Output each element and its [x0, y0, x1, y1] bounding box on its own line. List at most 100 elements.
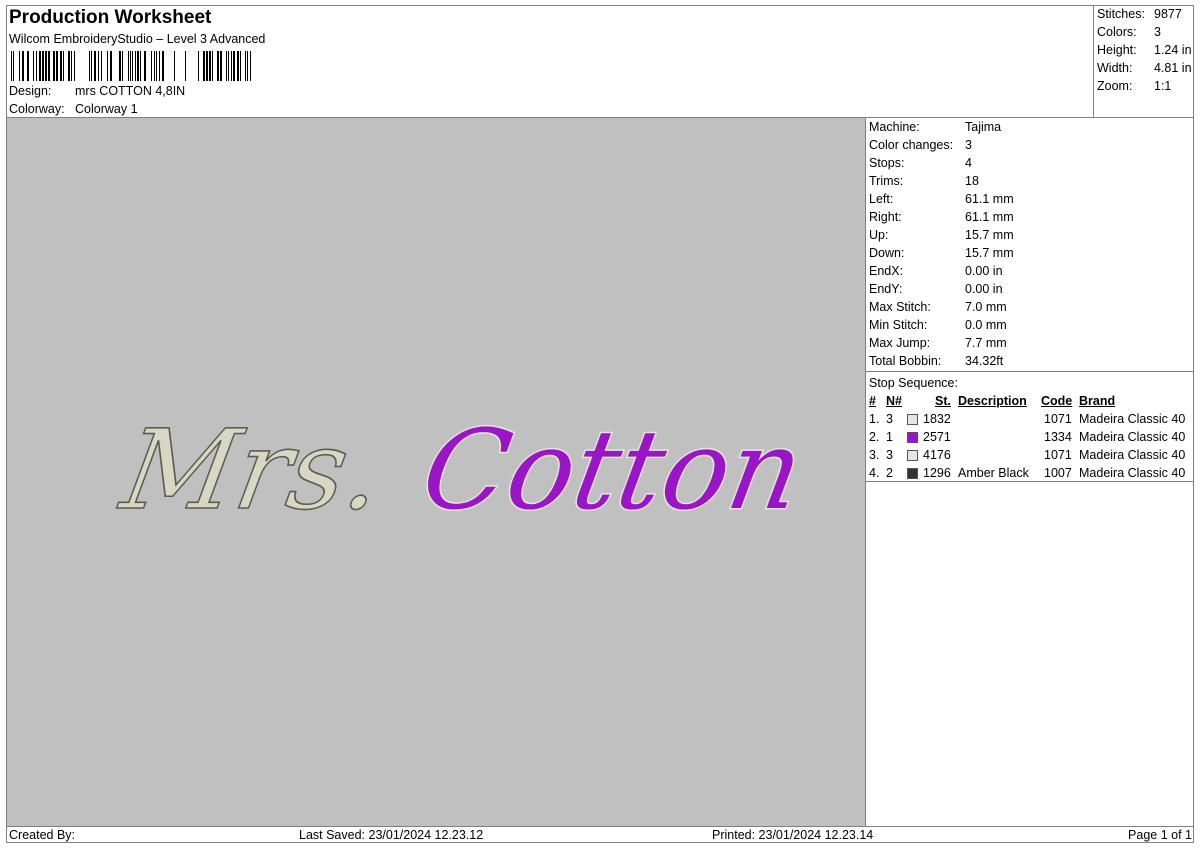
design-label: Design:: [9, 84, 52, 98]
stop-row: 2. 1 2571 1334 Madeira Classic 40: [866, 430, 1194, 448]
summary-label: Stitches:: [1097, 7, 1145, 21]
stat-label: Stops:: [869, 156, 905, 170]
stat-value: 61.1 mm: [965, 192, 1014, 206]
stat-label: Max Jump:: [869, 336, 931, 350]
stat-label: Left:: [869, 192, 894, 206]
worksheet-header: Production Worksheet Wilcom EmbroiderySt…: [7, 6, 1093, 118]
design-text-mrs: Mrs.: [112, 407, 393, 535]
stat-row: Up: 15.7 mm: [869, 228, 1014, 242]
col-header-num: #: [869, 394, 876, 408]
embroidery-design-image: Mrs. Cotton: [111, 405, 814, 536]
stop-brand: Madeira Classic 40: [1079, 412, 1186, 426]
stop-num: 4.: [869, 466, 880, 480]
stat-label: Up:: [869, 228, 889, 242]
stat-value: 7.7 mm: [965, 336, 1007, 350]
stop-needle: 3: [886, 448, 893, 462]
stop-stitches: 1296: [923, 466, 951, 480]
stop-sequence-title: Stop Sequence:: [869, 376, 958, 390]
summary-value: 1:1: [1154, 79, 1172, 93]
summary-row: Stitches: 9877: [1097, 7, 1182, 21]
stop-row: 3. 3 4176 1071 Madeira Classic 40: [866, 448, 1194, 466]
col-header-code: Code: [1041, 394, 1073, 408]
summary-row: Colors: 3: [1097, 25, 1161, 39]
stat-label: Total Bobbin:: [869, 354, 942, 368]
color-swatch: [907, 468, 918, 479]
summary-value: 9877: [1154, 7, 1182, 21]
last-saved: Last Saved: 23/01/2024 12.23.12: [299, 828, 484, 842]
color-swatch: [907, 450, 918, 461]
stat-label: Color changes:: [869, 138, 954, 152]
summary-row: Width: 4.81 in: [1097, 61, 1192, 75]
stop-num: 3.: [869, 448, 880, 462]
page-number: Page 1 of 1: [1128, 828, 1192, 842]
info-panel: Machine: Tajima Color changes: 3 Stops: 4 T…: [866, 118, 1194, 826]
stat-row: Left: 61.1 mm: [869, 192, 1014, 206]
summary-value: 1.24 in: [1154, 43, 1192, 57]
stat-label: Down:: [869, 246, 905, 260]
stop-num: 1.: [869, 412, 880, 426]
design-value: mrs COTTON 4,8IN: [75, 84, 186, 98]
stop-code: 1071: [1044, 448, 1072, 462]
stat-label: Trims:: [869, 174, 904, 188]
col-header-st: St.: [935, 394, 951, 408]
barcode-image: [11, 51, 251, 81]
stat-row: Machine: Tajima: [869, 120, 1001, 134]
stop-brand: Madeira Classic 40: [1079, 430, 1186, 444]
stat-row: EndY: 0.00 in: [869, 282, 1003, 296]
stat-row: Stops: 4: [869, 156, 972, 170]
design-preview[interactable]: Mrs. Cotton: [7, 118, 866, 826]
stat-label: Min Stitch:: [869, 318, 928, 332]
col-header-brand: Brand: [1079, 394, 1116, 408]
stop-code: 1334: [1044, 430, 1072, 444]
summary-row: Zoom: 1:1: [1097, 79, 1171, 93]
summary-label: Height:: [1097, 43, 1137, 57]
stat-row: Min Stitch: 0.0 mm: [869, 318, 1007, 332]
stat-row: Max Stitch: 7.0 mm: [869, 300, 1007, 314]
summary-box: Stitches: 9877 Colors: 3 Height: 1.24 in Wi…: [1093, 6, 1194, 118]
stop-brand: Madeira Classic 40: [1079, 466, 1186, 480]
software-name: Wilcom EmbroideryStudio – Level 3 Advanc…: [9, 32, 266, 46]
summary-value: 4.81 in: [1154, 61, 1192, 75]
color-swatch: [907, 414, 918, 425]
printed-date: Printed: 23/01/2024 12.23.14: [712, 828, 874, 842]
stat-value: 0.00 in: [965, 264, 1003, 278]
stat-label: Machine:: [869, 120, 920, 134]
stat-value: 4: [965, 156, 972, 170]
stop-stitches: 4176: [923, 448, 951, 462]
summary-label: Width:: [1097, 61, 1133, 75]
machine-stats: Machine: Tajima Color changes: 3 Stops: 4 T…: [866, 118, 1194, 372]
stat-value: 61.1 mm: [965, 210, 1014, 224]
stat-label: Right:: [869, 210, 902, 224]
design-row: Design: mrs COTTON 4,8IN: [9, 84, 185, 98]
stop-stitches: 2571: [923, 430, 951, 444]
stat-value: 15.7 mm: [965, 246, 1014, 260]
col-header-n: N#: [886, 394, 902, 408]
col-header-description: Description: [958, 394, 1027, 408]
summary-value: 3: [1154, 25, 1161, 39]
stat-row: Right: 61.1 mm: [869, 210, 1014, 224]
stat-row: EndX: 0.00 in: [869, 264, 1003, 278]
stop-stitches: 1832: [923, 412, 951, 426]
colorway-label: Colorway:: [9, 102, 65, 116]
stat-row: Total Bobbin: 34.32ft: [869, 354, 1003, 368]
summary-label: Colors:: [1097, 25, 1137, 39]
page-title: Production Worksheet: [9, 7, 212, 28]
stat-value: 18: [965, 174, 979, 188]
stop-brand: Madeira Classic 40: [1079, 448, 1186, 462]
stop-code: 1071: [1044, 412, 1072, 426]
stat-value: 7.0 mm: [965, 300, 1007, 314]
design-text-cotton: Cotton: [414, 407, 812, 535]
stop-row: 1. 3 1832 1071 Madeira Classic 40: [866, 412, 1194, 430]
stat-row: Trims: 18: [869, 174, 979, 188]
stop-description: Amber Black: [958, 466, 1029, 480]
summary-label: Zoom:: [1097, 79, 1133, 93]
stop-needle: 2: [886, 466, 893, 480]
created-by: Created By:: [9, 828, 76, 842]
stat-label: EndX:: [869, 264, 904, 278]
color-swatch: [907, 432, 918, 443]
stat-value: Tajima: [965, 120, 1002, 134]
stop-needle: 3: [886, 412, 893, 426]
stat-row: Down: 15.7 mm: [869, 246, 1014, 260]
stat-value: 0.00 in: [965, 282, 1003, 296]
colorway-row: Colorway: Colorway 1: [9, 102, 138, 116]
